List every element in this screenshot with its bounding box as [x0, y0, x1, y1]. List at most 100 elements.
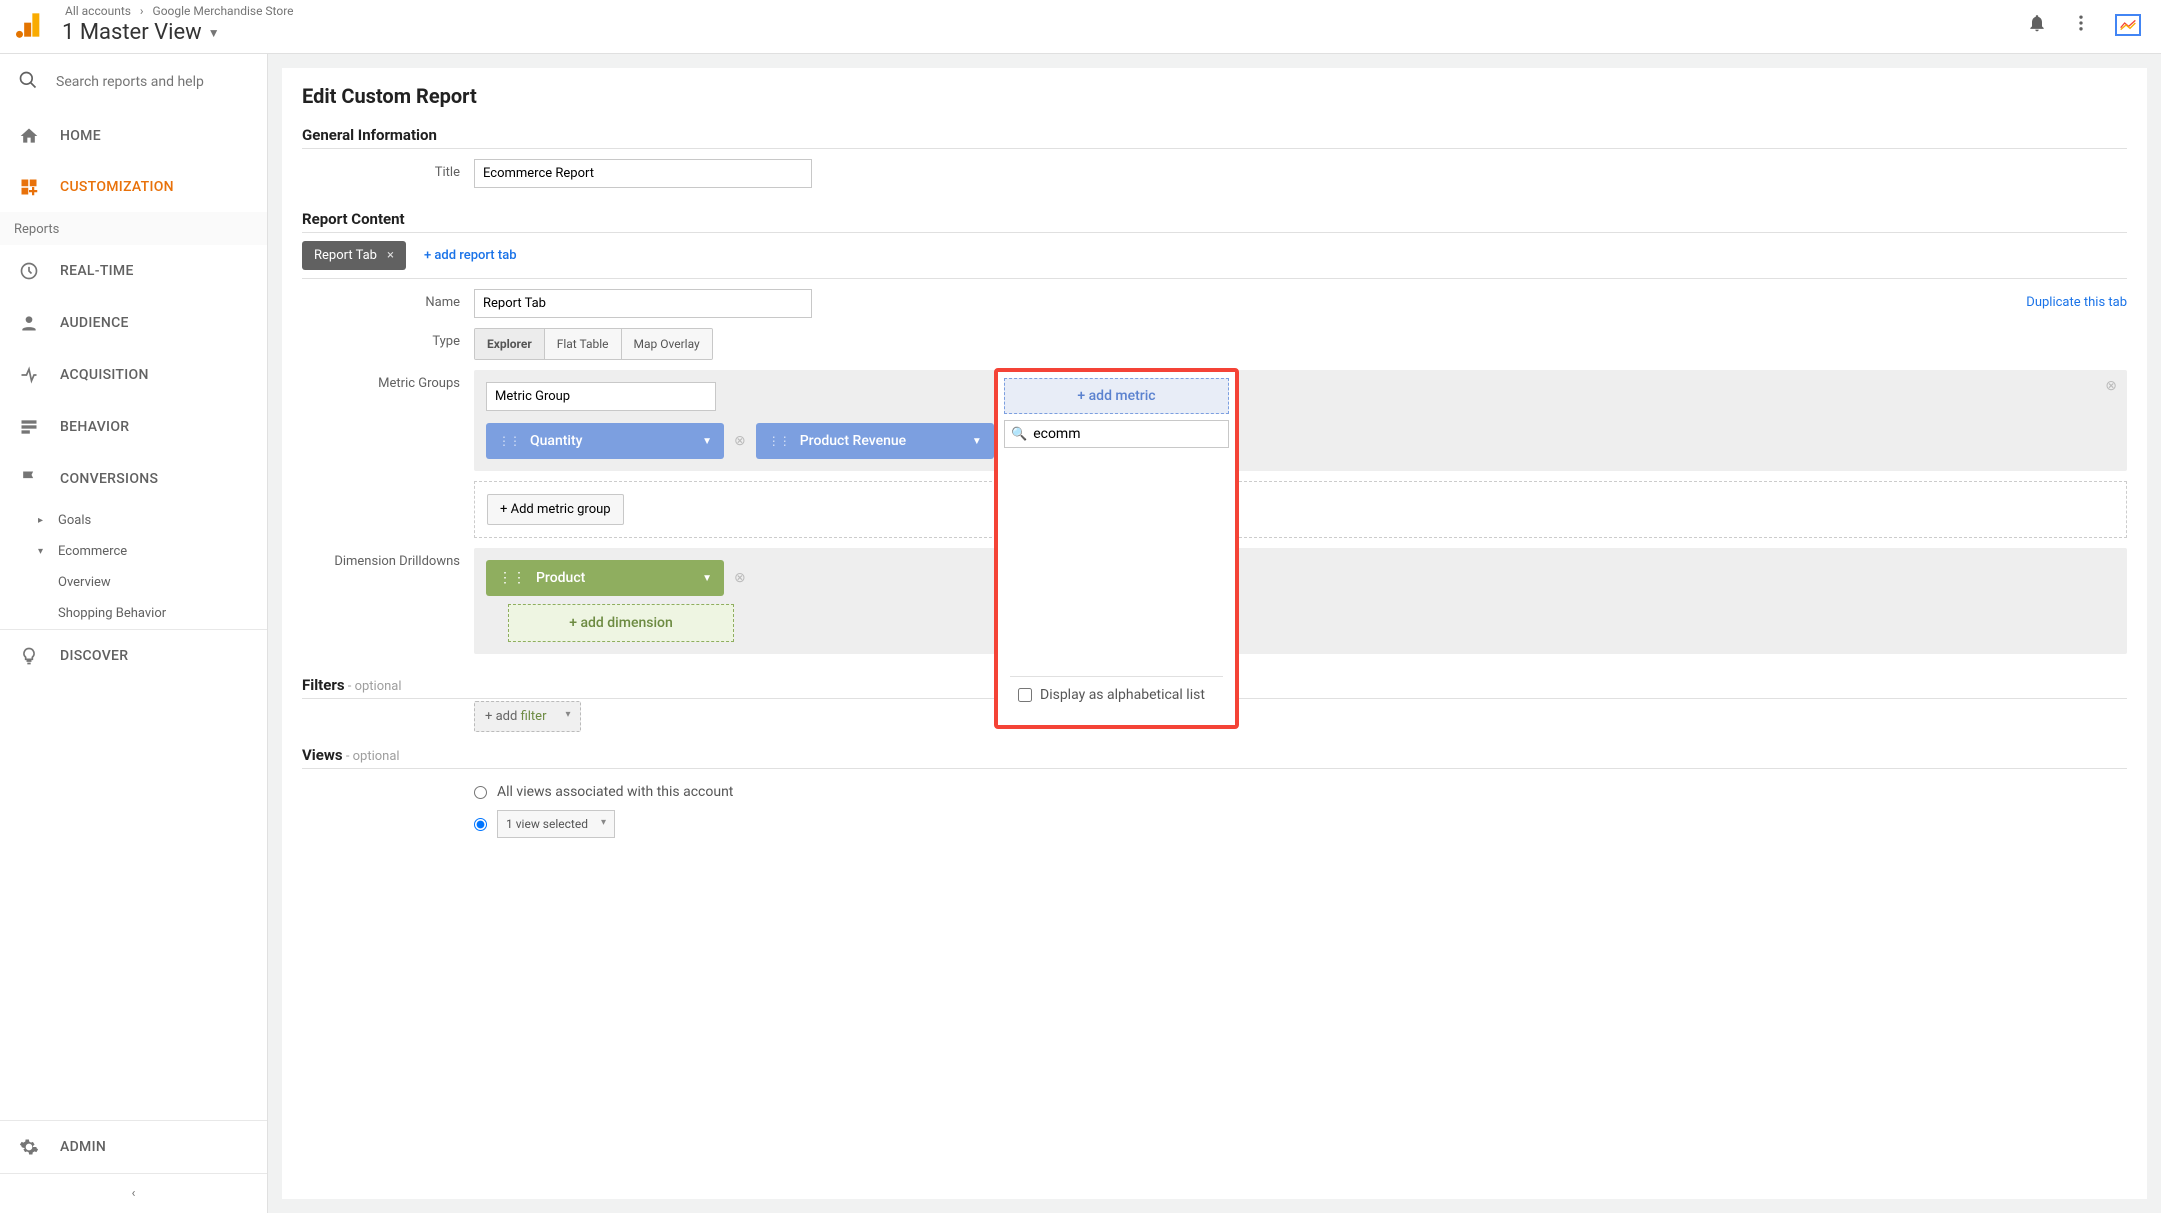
- sidebar-label: ADMIN: [60, 1139, 106, 1155]
- views-label: Views: [302, 746, 343, 764]
- sidebar-item-customization[interactable]: CUSTOMIZATION: [0, 162, 267, 212]
- gear-icon: [18, 1137, 40, 1157]
- ga-logo-icon: [16, 11, 44, 39]
- metric-label: Product Revenue: [800, 433, 906, 449]
- alpha-list-toggle[interactable]: Display as alphabetical list: [1010, 676, 1223, 713]
- metric-results-empty: [1004, 448, 1229, 676]
- chevron-down-icon[interactable]: ▼: [702, 436, 712, 447]
- sidebar-label: Goals: [58, 513, 91, 528]
- metric-group-box: ⊗ ⋮⋮ Quantity ▼ ⊗ ⋮⋮: [474, 370, 2127, 471]
- sidebar-sub-shopping[interactable]: Shopping Behavior: [0, 598, 267, 629]
- sidebar: HOME CUSTOMIZATION Reports REAL-TIME AUD…: [0, 54, 268, 1213]
- dimension-drilldowns-label: Dimension Drilldowns: [302, 548, 474, 569]
- breadcrumb-property[interactable]: Google Merchandise Store: [153, 4, 294, 18]
- sidebar-label: CUSTOMIZATION: [60, 179, 174, 195]
- view-title-text: 1 Master View: [62, 20, 202, 45]
- report-tab-chip[interactable]: Report Tab ×: [302, 241, 406, 270]
- add-metric-group-button[interactable]: + Add metric group: [487, 494, 624, 525]
- metric-chip-revenue[interactable]: ⋮⋮ Product Revenue ▼: [756, 423, 994, 459]
- dimension-label: Product: [536, 570, 585, 586]
- remove-metric-icon[interactable]: ⊗: [734, 433, 746, 449]
- type-label: Type: [302, 328, 474, 349]
- drag-handle-icon[interactable]: ⋮⋮: [768, 434, 790, 448]
- sidebar-item-acquisition[interactable]: ACQUISITION: [0, 349, 267, 401]
- behavior-icon: [18, 417, 40, 437]
- type-explorer-button[interactable]: Explorer: [475, 329, 545, 359]
- breadcrumb[interactable]: All accounts › Google Merchandise Store: [62, 4, 2027, 18]
- sidebar-label: DISCOVER: [60, 648, 128, 664]
- sidebar-sub-goals[interactable]: Goals: [0, 505, 267, 536]
- sidebar-sub-ecommerce[interactable]: Ecommerce: [0, 536, 267, 567]
- metric-group-name-input[interactable]: [486, 382, 716, 411]
- views-selected-radio-row[interactable]: 1 view selected: [474, 805, 2127, 843]
- sidebar-item-audience[interactable]: AUDIENCE: [0, 297, 267, 349]
- sidebar-item-conversions[interactable]: CONVERSIONS: [0, 453, 267, 505]
- duplicate-tab-link[interactable]: Duplicate this tab: [2026, 295, 2127, 310]
- sidebar-label: BEHAVIOR: [60, 419, 129, 435]
- sidebar-label: HOME: [60, 128, 101, 144]
- add-filter-button[interactable]: + add filter: [474, 701, 581, 732]
- search-icon: 🔍: [1011, 427, 1027, 442]
- sidebar-item-realtime[interactable]: REAL-TIME: [0, 245, 267, 297]
- dimension-group-box: ⋮⋮ Product ▼ ⊗ + add dimension: [474, 548, 2127, 654]
- more-vert-icon[interactable]: [2071, 13, 2091, 37]
- remove-metric-group-icon[interactable]: ⊗: [2105, 378, 2117, 394]
- views-selected-radio[interactable]: [474, 818, 487, 831]
- type-map-overlay-button[interactable]: Map Overlay: [622, 329, 712, 359]
- tab-name-input[interactable]: [474, 289, 812, 318]
- metric-search-input[interactable]: [1033, 426, 1222, 442]
- search-icon: [18, 70, 38, 94]
- views-all-radio-row[interactable]: All views associated with this account: [474, 779, 2127, 805]
- search-input[interactable]: [56, 74, 249, 90]
- lightbulb-icon: [18, 646, 40, 666]
- optional-text: - optional: [345, 679, 402, 694]
- intelligence-icon[interactable]: [2115, 14, 2141, 36]
- views-all-radio[interactable]: [474, 786, 487, 799]
- chevron-down-icon: ▼: [208, 26, 220, 40]
- close-icon[interactable]: ×: [387, 248, 394, 263]
- reports-header: Reports: [0, 212, 267, 245]
- section-report-content: Report Content: [302, 210, 2127, 228]
- add-metric-group-area: + Add metric group: [474, 481, 2127, 538]
- add-dimension-slot[interactable]: + add dimension: [508, 604, 734, 642]
- person-icon: [18, 313, 40, 333]
- breadcrumb-sep: ›: [140, 4, 144, 18]
- sidebar-item-discover[interactable]: DISCOVER: [0, 629, 267, 682]
- alpha-list-checkbox[interactable]: [1018, 688, 1032, 702]
- chevron-down-icon[interactable]: ▼: [702, 573, 712, 584]
- home-icon: [18, 126, 40, 146]
- report-title-input[interactable]: [474, 159, 812, 188]
- sidebar-collapse[interactable]: ‹: [0, 1173, 267, 1213]
- sidebar-item-home[interactable]: HOME: [0, 110, 267, 162]
- add-filter-prefix: + add: [485, 709, 521, 724]
- view-selector[interactable]: 1 Master View ▼: [62, 20, 2027, 45]
- clock-icon: [18, 261, 40, 281]
- view-select-dropdown[interactable]: 1 view selected: [497, 810, 615, 838]
- add-metric-slot[interactable]: + add metric: [1004, 378, 1229, 414]
- breadcrumb-root[interactable]: All accounts: [65, 4, 131, 18]
- sidebar-sub-overview[interactable]: Overview: [0, 567, 267, 598]
- remove-dimension-icon[interactable]: ⊗: [734, 570, 746, 586]
- sidebar-label: REAL-TIME: [60, 263, 134, 279]
- type-flat-table-button[interactable]: Flat Table: [545, 329, 622, 359]
- chevron-left-icon: ‹: [132, 1186, 136, 1201]
- chevron-down-icon[interactable]: ▼: [972, 436, 982, 447]
- sidebar-label: AUDIENCE: [60, 315, 129, 331]
- type-button-group: Explorer Flat Table Map Overlay: [474, 328, 713, 360]
- flag-icon: [18, 469, 40, 489]
- sidebar-label: ACQUISITION: [60, 367, 149, 383]
- sidebar-item-admin[interactable]: ADMIN: [0, 1120, 267, 1173]
- notifications-icon[interactable]: [2027, 13, 2047, 37]
- drag-handle-icon[interactable]: ⋮⋮: [498, 570, 526, 586]
- add-report-tab-link[interactable]: + add report tab: [424, 248, 517, 263]
- metric-search-row: 🔍: [1004, 420, 1229, 448]
- dimension-chip-product[interactable]: ⋮⋮ Product ▼: [486, 560, 724, 596]
- acquisition-icon: [18, 365, 40, 385]
- drag-handle-icon[interactable]: ⋮⋮: [498, 434, 520, 448]
- add-filter-word: filter: [521, 709, 547, 724]
- sidebar-search[interactable]: [0, 54, 267, 110]
- tab-label: Report Tab: [314, 248, 377, 263]
- metric-label: Quantity: [530, 433, 583, 449]
- sidebar-item-behavior[interactable]: BEHAVIOR: [0, 401, 267, 453]
- metric-chip-quantity[interactable]: ⋮⋮ Quantity ▼: [486, 423, 724, 459]
